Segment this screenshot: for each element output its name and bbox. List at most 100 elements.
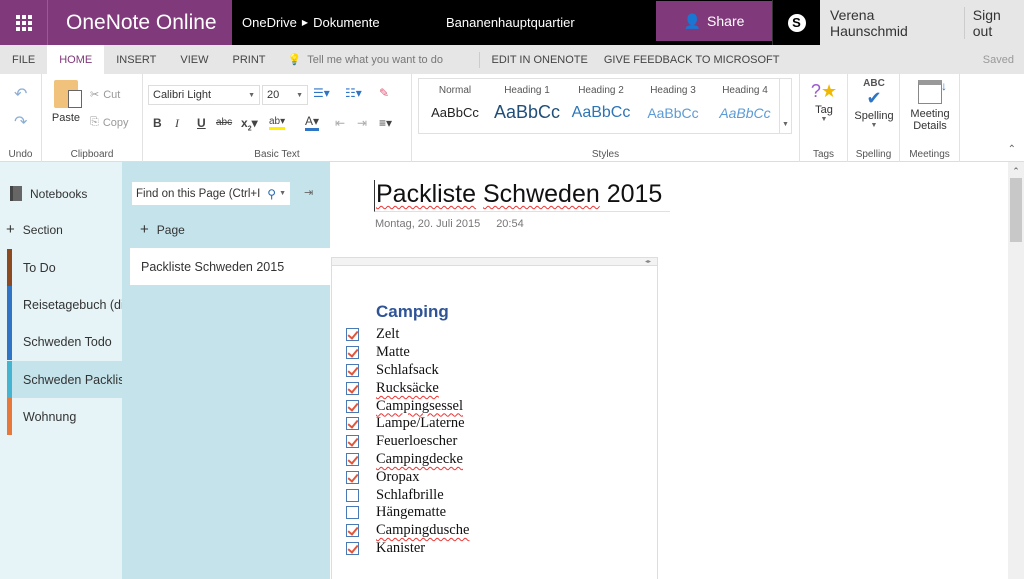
checklist-item-text[interactable]: Schlafsack xyxy=(376,362,439,379)
strikethrough-icon[interactable]: abc xyxy=(216,117,232,128)
clear-formatting-icon[interactable]: ✎ xyxy=(379,86,389,100)
share-button[interactable]: 👤 Share xyxy=(656,1,772,41)
breadcrumb-dokumente[interactable]: Dokumente xyxy=(313,15,379,30)
resize-handle[interactable]: ◂▸ xyxy=(332,258,657,266)
checklist-item-text[interactable]: Hängematte xyxy=(376,504,446,521)
align-icon[interactable]: ≡▾ xyxy=(379,116,392,130)
page-item[interactable]: Packliste Schweden 2015 xyxy=(130,248,330,285)
add-section-button[interactable]: + Section xyxy=(6,222,63,237)
tab-view[interactable]: VIEW xyxy=(168,45,220,74)
checklist-item-text[interactable]: Zelt xyxy=(376,326,399,343)
checkbox-checked[interactable] xyxy=(346,470,359,484)
checkbox-checked[interactable] xyxy=(346,452,359,466)
tab-insert[interactable]: INSERT xyxy=(104,45,168,74)
copy-icon: ⎘ xyxy=(90,116,99,128)
section-reisetagebuch[interactable]: Reisetagebuch (di xyxy=(7,286,122,323)
add-page-button[interactable]: + Page xyxy=(140,222,185,237)
redo-icon[interactable]: ↷ xyxy=(14,112,27,132)
tab-file[interactable]: FILE xyxy=(0,45,47,74)
app-launcher-button[interactable] xyxy=(0,0,48,45)
style-heading-1[interactable]: Heading 1 AaBbCc xyxy=(491,79,563,123)
checklist-item-text[interactable]: Rucksäcke xyxy=(376,380,439,397)
font-color-icon[interactable]: A▾ xyxy=(305,114,320,131)
find-placeholder: Find on this Page (Ctrl+I xyxy=(136,187,261,200)
search-icon[interactable]: ⚲ xyxy=(267,187,276,201)
meeting-details-button[interactable]: ↓ Meeting Details xyxy=(904,78,956,132)
checklist-item-text[interactable]: Oropax xyxy=(376,469,420,486)
scroll-thumb[interactable] xyxy=(1010,178,1022,242)
style-heading-4[interactable]: Heading 4 AaBbCc xyxy=(709,79,781,121)
font-size-select[interactable]: 20 ▼ xyxy=(262,85,308,105)
checkbox-checked[interactable] xyxy=(346,541,359,555)
checkbox-checked[interactable] xyxy=(346,417,359,431)
tab-edit-in-onenote[interactable]: EDIT IN ONENOTE xyxy=(480,54,596,66)
section-wohnung[interactable]: Wohnung xyxy=(7,398,122,435)
sign-out-link[interactable]: Sign out xyxy=(965,7,1024,39)
style-normal[interactable]: Normal AaBbCc xyxy=(419,79,491,120)
increase-indent-icon[interactable]: ⇥ xyxy=(357,116,367,130)
chevron-down-icon[interactable]: ▼ xyxy=(279,190,286,197)
italic-icon[interactable]: I xyxy=(175,116,179,131)
checkbox-checked[interactable] xyxy=(346,328,359,342)
notebooks-button[interactable]: Notebooks xyxy=(10,186,87,201)
checklist-item-text[interactable]: Campingsessel xyxy=(376,398,463,415)
checkbox-checked[interactable] xyxy=(346,363,359,377)
skype-button[interactable]: S xyxy=(772,0,820,45)
section-to-do[interactable]: To Do xyxy=(7,249,122,286)
tag-button[interactable]: ?★ Tag ▼ xyxy=(806,78,842,123)
checklist-item-text[interactable]: Campingdecke xyxy=(376,451,463,468)
style-heading-3[interactable]: Heading 3 AaBbCc xyxy=(637,79,709,121)
find-on-page-input[interactable]: Find on this Page (Ctrl+I ⚲ ▼ xyxy=(132,182,290,205)
checkbox-unchecked[interactable] xyxy=(346,506,359,520)
highlight-icon[interactable]: ab▾ xyxy=(269,116,286,130)
tell-me-input[interactable]: 💡 Tell me what you want to do xyxy=(278,51,480,68)
breadcrumb-onedrive[interactable]: OneDrive xyxy=(242,15,297,30)
checkbox-checked[interactable] xyxy=(346,524,359,538)
checklist-item-text[interactable]: Campingdusche xyxy=(376,522,469,539)
decrease-indent-icon[interactable]: ⇤ xyxy=(335,116,345,130)
copy-button[interactable]: ⎘ Copy xyxy=(90,116,129,129)
document-title[interactable]: Bananenhauptquartier xyxy=(432,0,656,45)
checklist-item-text[interactable]: Feuerloescher xyxy=(376,433,457,450)
checklist-item-text[interactable]: Schlafbrille xyxy=(376,487,444,504)
app-name[interactable]: OneNote Online xyxy=(48,0,232,45)
checkbox-unchecked[interactable] xyxy=(346,488,359,502)
undo-icon[interactable]: ↶ xyxy=(14,84,27,104)
collapse-ribbon-icon[interactable]: ⌃ xyxy=(1008,144,1016,155)
checklist-item-text[interactable]: Matte xyxy=(376,344,410,361)
section-schweden-packliste[interactable]: Schweden Packlist xyxy=(7,361,122,398)
add-page-label: Page xyxy=(156,223,185,237)
checkbox-checked[interactable] xyxy=(346,399,359,413)
tab-give-feedback[interactable]: GIVE FEEDBACK TO MICROSOFT xyxy=(596,54,788,66)
chevron-right-icon: ▶ xyxy=(301,18,309,27)
checklist-item: Campingsessel xyxy=(346,397,469,415)
tab-home[interactable]: HOME xyxy=(47,45,105,74)
checklist-item: Hängematte xyxy=(346,504,469,522)
styles-more-button[interactable]: ▼ xyxy=(779,79,791,133)
page-title[interactable]: Packliste Schweden 2015 xyxy=(374,180,670,212)
spelling-button[interactable]: ABC ✔ Spelling ▼ xyxy=(850,78,898,129)
vertical-scrollbar[interactable]: ⌃ xyxy=(1008,162,1024,579)
font-family-select[interactable]: Calibri Light ▼ xyxy=(148,85,260,105)
checklist-item-text[interactable]: Kanister xyxy=(376,540,425,557)
user-name[interactable]: Verena Haunschmid xyxy=(820,6,965,39)
style-heading-2[interactable]: Heading 2 AaBbCc xyxy=(565,79,637,122)
underline-icon[interactable]: U xyxy=(197,116,206,130)
note-heading[interactable]: Camping xyxy=(376,302,449,322)
checkbox-checked[interactable] xyxy=(346,346,359,360)
bullets-icon[interactable]: ☰▾ xyxy=(313,86,330,100)
page-canvas[interactable]: Packliste Schweden 2015 Montag, 20. Juli… xyxy=(330,162,1008,579)
paste-button[interactable]: Paste xyxy=(50,78,82,124)
numbering-icon[interactable]: ☷▾ xyxy=(345,86,362,100)
checklist-item-text[interactable]: Lampe/Laterne xyxy=(376,415,465,432)
section-schweden-todo[interactable]: Schweden Todo xyxy=(7,323,122,360)
checkbox-checked[interactable] xyxy=(346,435,359,449)
checkbox-checked[interactable] xyxy=(346,381,359,395)
tab-print[interactable]: PRINT xyxy=(221,45,278,74)
scroll-up-icon[interactable]: ⌃ xyxy=(1008,166,1024,177)
pin-icon[interactable]: ⇥ xyxy=(304,186,313,199)
note-container[interactable]: ◂▸ Camping Zelt Matte Schlafsack Rucksäcke C… xyxy=(331,257,658,579)
bold-icon[interactable]: B xyxy=(153,116,162,130)
cut-button[interactable]: ✂ Cut xyxy=(90,88,120,102)
subscript-icon[interactable]: x2▾ xyxy=(241,116,258,132)
